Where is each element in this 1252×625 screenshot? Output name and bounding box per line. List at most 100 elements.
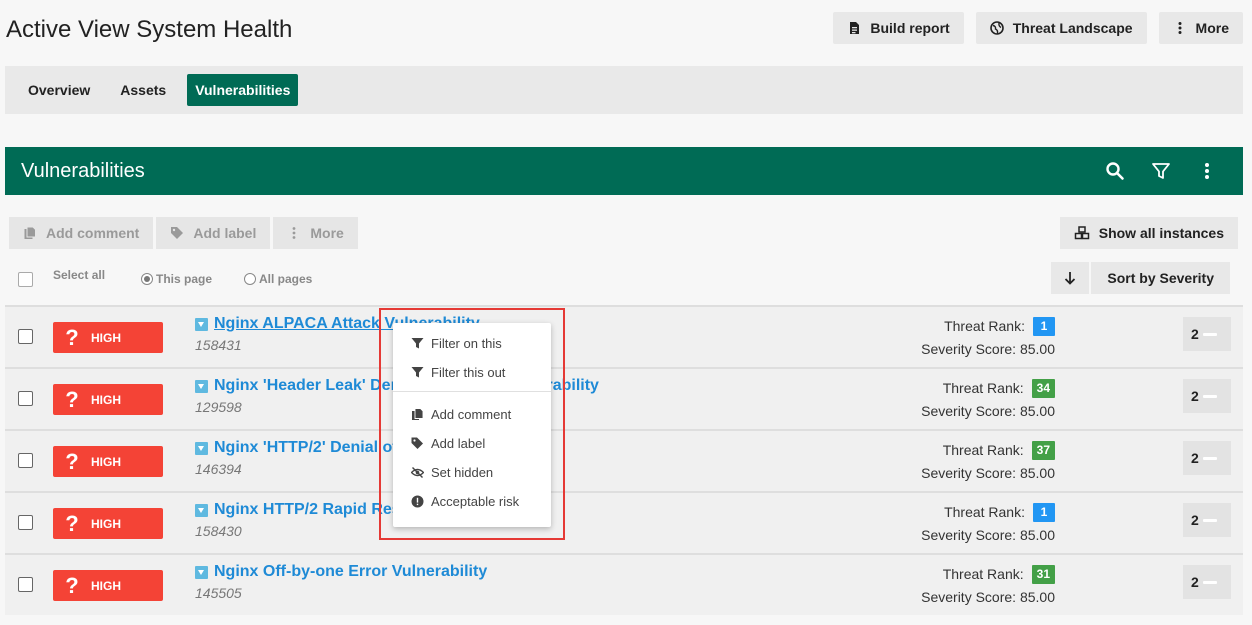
question-icon: ? <box>65 572 79 598</box>
severity-score-value: 85.00 <box>1019 403 1055 419</box>
report-icon <box>850 22 860 34</box>
exclamation-circle-icon <box>411 495 424 508</box>
expand-icon[interactable] <box>195 441 208 455</box>
severity-score-label: Severity Score: <box>921 403 1017 419</box>
all-pages-option[interactable]: All pages <box>244 272 312 286</box>
top-actions: Build report Threat Landscape More <box>833 12 1243 44</box>
threat-rank-label: Threat Rank: <box>944 504 1025 520</box>
question-icon: ? <box>65 510 79 536</box>
expand-icon[interactable] <box>195 379 208 393</box>
severity-score-label: Severity Score: <box>921 341 1017 357</box>
instance-count[interactable]: 2 <box>1183 379 1231 413</box>
threat-rank-badge: 1 <box>1033 503 1055 522</box>
more-button[interactable]: More <box>1158 12 1243 44</box>
tabs-bar: Overview Assets Vulnerabilities <box>5 66 1243 114</box>
severity-score-label: Severity Score: <box>921 527 1017 543</box>
instance-count[interactable]: 2 <box>1183 317 1231 351</box>
more-actions-button[interactable]: More <box>273 217 358 249</box>
vulnerability-id: 145505 <box>195 585 242 601</box>
severity-label: HIGH <box>91 516 121 531</box>
list-item[interactable]: ? HIGH Nginx Off-by-one Error Vulnerabili… <box>5 553 1243 615</box>
question-icon: ? <box>65 448 79 474</box>
instance-count-value: 2 <box>1191 450 1199 466</box>
show-all-instances-button[interactable]: Show all instances <box>1059 217 1238 249</box>
vulnerability-title-link[interactable]: Nginx Off-by-one Error Vulnerability <box>214 563 487 581</box>
menu-item-filter-on[interactable]: Filter on this <box>393 329 551 358</box>
instance-count-value: 2 <box>1191 388 1199 404</box>
severity-badge: ? HIGH <box>53 446 163 477</box>
threat-landscape-button[interactable]: Threat Landscape <box>975 12 1147 44</box>
add-comment-button[interactable]: Add comment <box>9 217 154 249</box>
threat-rank-badge: 1 <box>1033 317 1055 336</box>
all-pages-radio[interactable] <box>244 273 256 285</box>
vulnerability-title-link[interactable]: Nginx HTTP/2 Rapid Res <box>214 501 401 519</box>
metrics: Threat Rank: 34 Severity Score: 85.00 <box>921 377 1055 423</box>
row-checkbox[interactable] <box>18 577 33 592</box>
minus-icon <box>1202 518 1217 522</box>
severity-label: HIGH <box>91 392 121 407</box>
filter-icon <box>411 367 424 378</box>
this-page-radio[interactable] <box>141 273 153 285</box>
severity-badge: ? HIGH <box>53 322 163 353</box>
severity-score-value: 85.00 <box>1019 527 1055 543</box>
list-item[interactable]: ? HIGH Nginx 'HTTP/2' Denial of 146394 Th… <box>5 429 1243 491</box>
tab-overview[interactable]: Overview <box>15 74 103 106</box>
question-icon: ? <box>65 324 79 350</box>
select-all-checkbox[interactable] <box>18 272 33 287</box>
expand-icon[interactable] <box>195 565 208 579</box>
tag-icon <box>171 227 184 239</box>
this-page-option[interactable]: This page <box>141 272 212 286</box>
comment-icon <box>412 408 424 420</box>
menu-item-filter-out[interactable]: Filter this out <box>393 358 551 387</box>
severity-label: HIGH <box>91 330 121 345</box>
page-title: Active View System Health <box>6 16 293 43</box>
row-checkbox[interactable] <box>18 391 33 406</box>
build-report-button[interactable]: Build report <box>833 12 964 44</box>
tab-vulnerabilities[interactable]: Vulnerabilities <box>187 74 299 106</box>
menu-item-add-comment[interactable]: Add comment <box>393 400 551 429</box>
vulnerability-id: 146394 <box>195 461 242 477</box>
arrow-down-icon <box>1065 272 1076 285</box>
menu-item-add-label[interactable]: Add label <box>393 429 551 458</box>
threat-rank-label: Threat Rank: <box>942 566 1024 582</box>
row-checkbox[interactable] <box>18 329 33 344</box>
menu-item-label: Filter this out <box>431 365 506 380</box>
more-label: More <box>1195 20 1229 36</box>
sort-by-button[interactable]: Sort by Severity <box>1091 262 1230 294</box>
threat-landscape-label: Threat Landscape <box>1012 20 1133 36</box>
menu-item-label: Add comment <box>431 407 512 422</box>
menu-divider <box>393 391 551 392</box>
menu-item-acceptable-risk[interactable]: Acceptable risk <box>393 487 551 516</box>
tab-assets[interactable]: Assets <box>107 74 179 106</box>
severity-score-label: Severity Score: <box>921 589 1017 605</box>
instance-count[interactable]: 2 <box>1183 503 1231 537</box>
context-menu: Filter on this Filter this out Add comme… <box>393 323 551 527</box>
list-item[interactable]: ? HIGH Nginx ALPACA Attack Vulnerability … <box>5 305 1243 367</box>
add-comment-label: Add comment <box>46 225 140 241</box>
menu-item-label: Set hidden <box>431 465 494 480</box>
list-item[interactable]: ?HIGH Nginx 'Header Leak' Denial of Serv… <box>5 367 1243 429</box>
threat-rank-badge: 31 <box>1031 565 1055 584</box>
vertical-dots-icon <box>292 227 296 239</box>
all-pages-label: All pages <box>259 272 313 286</box>
threat-rank-badge: 37 <box>1031 441 1055 460</box>
minus-icon <box>1202 332 1217 336</box>
row-checkbox[interactable] <box>18 515 33 530</box>
instance-count[interactable]: 2 <box>1183 565 1231 599</box>
severity-score-value: 85.00 <box>1019 465 1055 481</box>
add-label-button[interactable]: Add label <box>156 217 271 249</box>
filter-icon[interactable] <box>1151 161 1171 181</box>
vulnerability-title-link[interactable]: Nginx 'HTTP/2' Denial of <box>214 439 398 457</box>
instance-count[interactable]: 2 <box>1183 441 1231 475</box>
search-icon[interactable] <box>1105 161 1125 181</box>
section-title: Vulnerabilities <box>21 159 145 182</box>
row-checkbox[interactable] <box>18 453 33 468</box>
vertical-dots-icon[interactable] <box>1197 161 1217 181</box>
expand-icon[interactable] <box>195 317 208 331</box>
vulnerability-id: 158430 <box>195 523 242 539</box>
menu-item-set-hidden[interactable]: Set hidden <box>393 458 551 487</box>
expand-icon[interactable] <box>195 503 208 517</box>
list-item[interactable]: ? HIGH Nginx HTTP/2 Rapid Res 158430 Thre… <box>5 491 1243 553</box>
sort-direction-button[interactable] <box>1051 262 1090 294</box>
vulnerability-info: Nginx HTTP/2 Rapid Res 158430 <box>195 501 401 539</box>
